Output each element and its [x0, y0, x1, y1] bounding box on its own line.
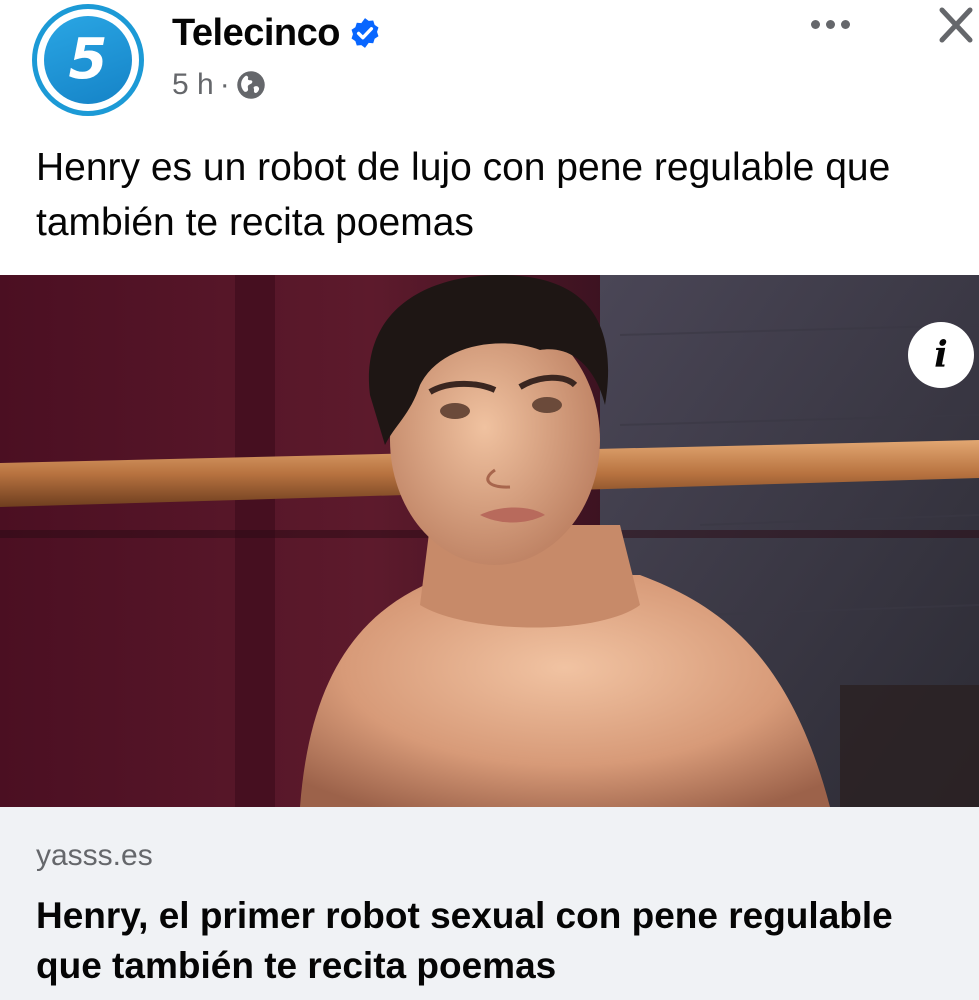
post-image[interactable] — [0, 275, 979, 807]
link-title[interactable]: Henry, el primer robot sexual con pene r… — [36, 891, 966, 991]
more-dot — [810, 19, 820, 29]
verified-badge-icon — [351, 18, 379, 48]
robot-photo — [0, 275, 979, 807]
info-icon[interactable]: i — [908, 322, 974, 388]
globe-icon — [236, 71, 265, 99]
avatar[interactable]: 5 — [32, 4, 144, 116]
post-header: 5 Telecinco 5 h · — [0, 0, 979, 130]
more-dot — [825, 19, 835, 29]
post-timestamp[interactable]: 5 h — [172, 68, 214, 102]
telecinco-logo: 5 — [44, 16, 132, 104]
post-meta: 5 h · — [172, 68, 266, 102]
more-options-button[interactable] — [800, 4, 860, 44]
close-icon[interactable] — [930, 0, 979, 50]
more-dot — [840, 19, 850, 29]
logo-glyph: 5 — [68, 27, 108, 92]
post-text: Henry es un robot de lujo con pene regul… — [36, 146, 891, 244]
link-domain: yasss.es — [36, 839, 153, 872]
page-name-row: Telecinco — [172, 10, 382, 56]
link-preview[interactable]: yasss.es Henry, el primer robot sexual c… — [0, 807, 979, 1000]
page-name[interactable]: Telecinco — [172, 12, 340, 55]
facebook-post: 5 Telecinco 5 h · Henry es un robot de l… — [0, 0, 979, 1000]
meta-separator: · — [219, 68, 230, 101]
